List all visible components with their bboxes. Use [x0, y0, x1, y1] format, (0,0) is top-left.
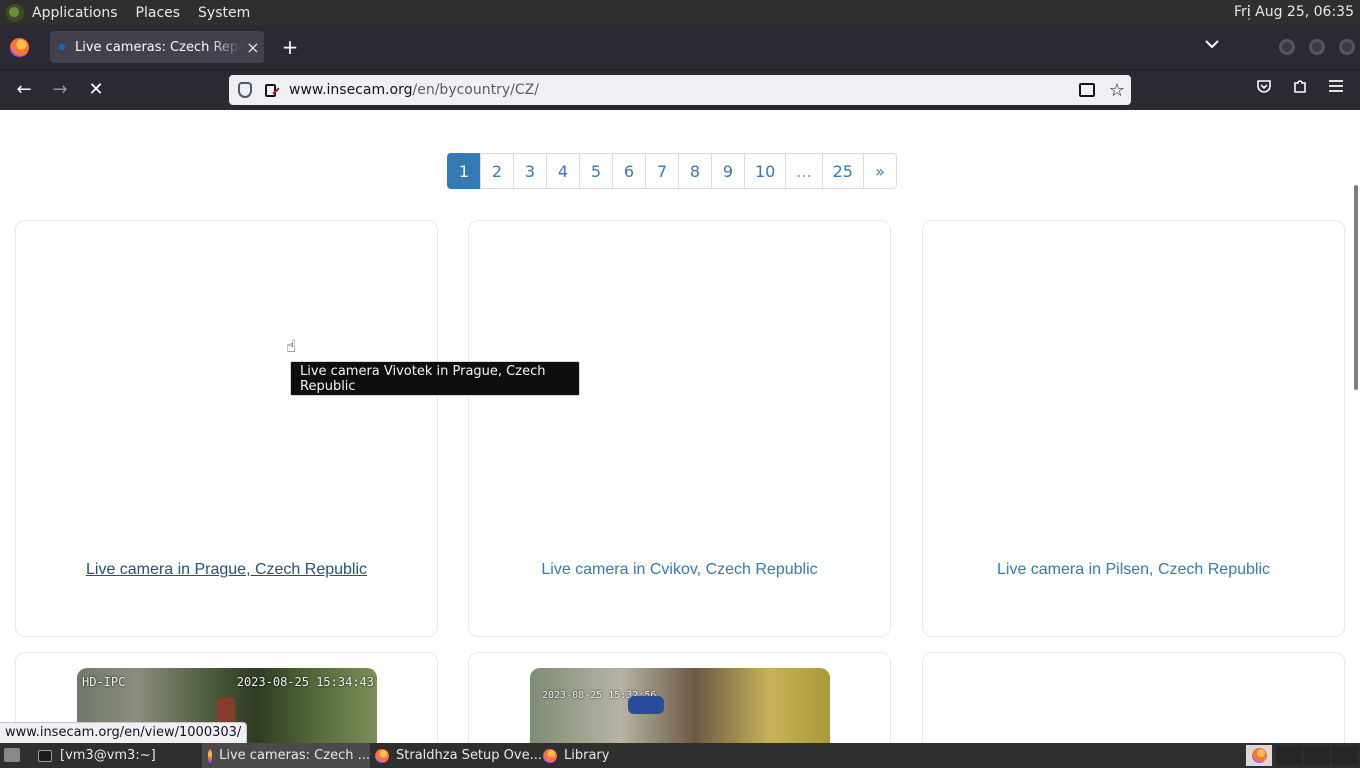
url-path: /en/bycountry/CZ/	[412, 82, 539, 98]
tooltip: Live camera Vivotek in Prague, Czech Rep…	[290, 361, 580, 396]
page-ellipsis: ...	[785, 153, 823, 189]
page-link-8[interactable]: 8	[678, 153, 712, 189]
tab-live-cameras[interactable]: Live cameras: Czech Republi ×	[50, 31, 264, 63]
scrollbar-thumb[interactable]	[1354, 185, 1358, 390]
firefox-icon	[543, 748, 557, 763]
top-panel: Applications Places System Fri Aug 25, 0…	[0, 0, 1360, 25]
clock[interactable]: Fri Aug 25, 06:35	[1234, 4, 1354, 20]
system-menu[interactable]: System	[198, 5, 250, 21]
camera-card[interactable]: Live camera in Pilsen, Czech Republic	[922, 220, 1345, 637]
workspace-switcher-2[interactable]	[1276, 746, 1302, 765]
url-text[interactable]: www.insecam.org/en/bycountry/CZ/	[289, 82, 1079, 98]
camera-card[interactable]	[922, 652, 1345, 743]
status-url: www.insecam.org/en/view/1000303/	[0, 722, 248, 744]
camera-link[interactable]: Live camera in Prague, Czech Republic	[16, 561, 437, 579]
page-link-9[interactable]: 9	[711, 153, 745, 189]
hamburger-menu-icon[interactable]	[1324, 78, 1348, 97]
page-link-5[interactable]: 5	[579, 153, 613, 189]
tab-title: Live cameras: Czech Republi	[75, 39, 242, 55]
page-content: 1 2 3 4 5 6 7 8 9 10 ... 25 » Live camer…	[0, 110, 1360, 743]
close-window-button[interactable]	[1339, 39, 1355, 55]
page-link-6[interactable]: 6	[612, 153, 646, 189]
show-desktop-icon[interactable]	[4, 748, 20, 762]
workspace-firefox-tray[interactable]	[1246, 745, 1272, 766]
thumbnail-detail	[628, 696, 664, 714]
applications-menu[interactable]: Applications	[32, 5, 118, 21]
pagination: 1 2 3 4 5 6 7 8 9 10 ... 25 »	[447, 153, 897, 189]
places-menu[interactable]: Places	[136, 5, 181, 21]
taskbar-item-label: Live cameras: Czech ...	[219, 748, 370, 763]
page-link-25[interactable]: 25	[821, 153, 864, 189]
taskbar-item-firefox-setup[interactable]: Straldhza Setup Ove...	[375, 743, 542, 768]
page-link-3[interactable]: 3	[513, 153, 547, 189]
firefox-icon	[1251, 748, 1267, 763]
stop-loading-icon[interactable]: ✕	[84, 78, 108, 102]
maximize-window-button[interactable]	[1309, 39, 1325, 55]
taskbar-item-label: Library	[564, 748, 610, 763]
firefox-icon[interactable]	[10, 38, 29, 57]
pocket-icon[interactable]	[1252, 78, 1276, 98]
thumbnail-label: HD-IPC	[82, 675, 126, 689]
taskbar-item-label: [vm3@vm3:~]	[60, 748, 156, 763]
firefox-icon	[375, 748, 389, 763]
camera-card[interactable]: Live camera in Cvikov, Czech Republic	[468, 220, 891, 637]
insecure-lock-icon[interactable]	[265, 83, 276, 97]
tab-close-icon[interactable]: ×	[242, 38, 264, 57]
page-link-1[interactable]: 1	[447, 153, 481, 189]
list-all-tabs-icon[interactable]	[1205, 37, 1219, 53]
minimize-window-button[interactable]	[1279, 39, 1295, 55]
navigation-bar: ← → ✕ www.insecam.org/en/bycountry/CZ/ ☆	[0, 69, 1360, 110]
url-bar[interactable]: www.insecam.org/en/bycountry/CZ/ ☆	[229, 75, 1131, 105]
tab-strip: Live cameras: Czech Republi × +	[0, 25, 1360, 69]
terminal-icon	[38, 749, 52, 762]
camera-card[interactable]: Live camera in Prague, Czech Republic	[15, 220, 438, 637]
camera-thumbnail[interactable]: 2023-08-25 15:32:56	[530, 668, 830, 743]
extensions-puzzle-icon[interactable]	[1288, 78, 1312, 98]
distro-logo-icon[interactable]	[6, 3, 24, 22]
new-tab-button[interactable]: +	[279, 35, 301, 59]
taskbar-item-terminal[interactable]: [vm3@vm3:~]	[38, 743, 156, 768]
page-link-10[interactable]: 10	[744, 153, 787, 189]
page-link-2[interactable]: 2	[480, 153, 514, 189]
bookmark-star-icon[interactable]: ☆	[1109, 80, 1125, 101]
back-arrow-icon[interactable]: ←	[12, 78, 36, 102]
firefox-icon	[208, 748, 213, 763]
thumbnail-timestamp: 2023-08-25 15:34:43	[236, 675, 374, 689]
taskbar-item-firefox-live-cameras[interactable]: Live cameras: Czech ...	[202, 743, 370, 768]
taskbar: [vm3@vm3:~] Live cameras: Czech ... Stra…	[0, 743, 1360, 768]
workspace-switcher-4[interactable]	[1332, 746, 1358, 765]
taskbar-item-label: Straldhza Setup Ove...	[396, 748, 542, 763]
workspace-switcher-3[interactable]	[1304, 746, 1330, 765]
reader-view-icon[interactable]	[1078, 83, 1095, 97]
page-next-link[interactable]: »	[862, 153, 897, 189]
camera-link[interactable]: Live camera in Cvikov, Czech Republic	[469, 561, 890, 579]
camera-link[interactable]: Live camera in Pilsen, Czech Republic	[923, 561, 1344, 579]
taskbar-item-library[interactable]: Library	[543, 743, 609, 768]
url-host: www.insecam.org	[289, 82, 413, 98]
forward-arrow-icon[interactable]: →	[48, 78, 72, 102]
page-link-4[interactable]: 4	[546, 153, 580, 189]
tracking-protection-shield-icon[interactable]	[238, 82, 252, 98]
hand-cursor-icon: ☝	[286, 337, 297, 357]
loading-indicator-icon	[59, 44, 65, 50]
page-link-7[interactable]: 7	[645, 153, 679, 189]
